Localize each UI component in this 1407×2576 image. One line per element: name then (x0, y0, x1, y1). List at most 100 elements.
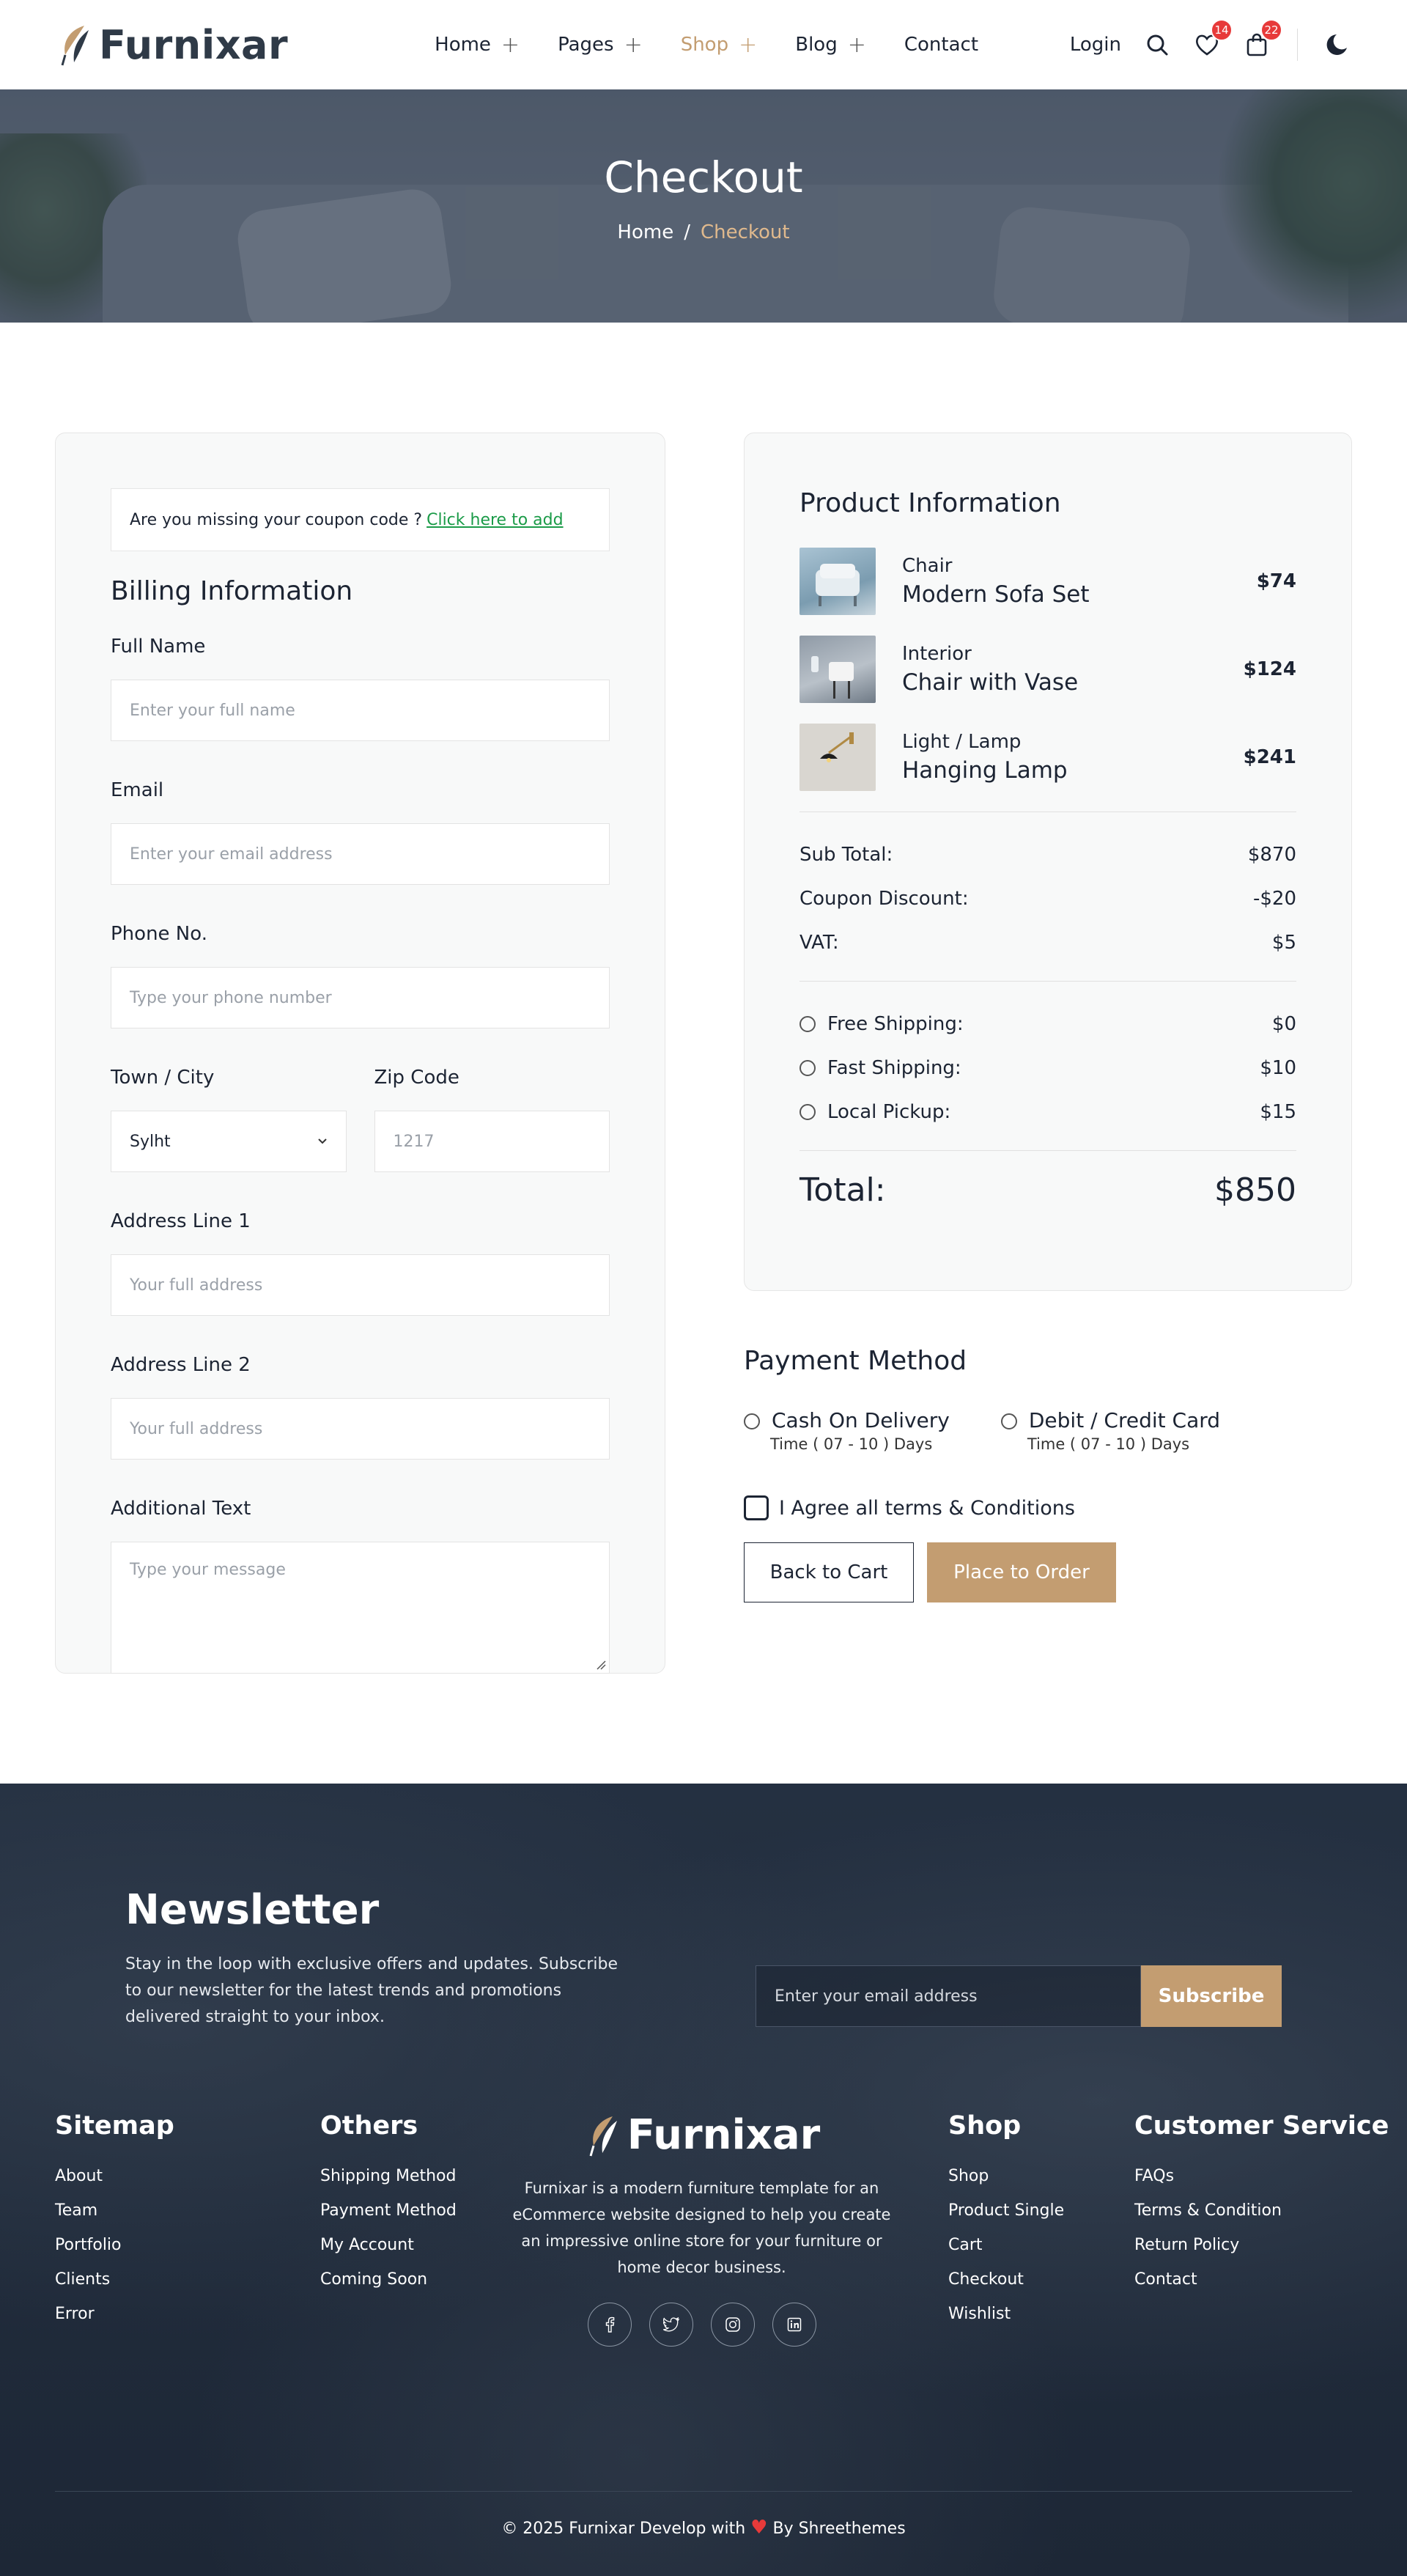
terms-checkbox[interactable] (744, 1495, 769, 1520)
newsletter-section: Newsletter Stay in the loop with exclusi… (0, 1784, 1407, 2031)
header-divider (1297, 29, 1298, 61)
product-category: Interior (902, 643, 972, 665)
address1-input[interactable]: Your full address (111, 1254, 610, 1316)
footer-link[interactable]: Contact (1134, 2270, 1389, 2289)
newsletter-email-input[interactable]: Enter your email address (756, 1965, 1141, 2027)
footer-col-sitemap: Sitemap About Team Portfolio Clients Err… (55, 2111, 174, 2339)
footer-link[interactable]: FAQs (1134, 2167, 1389, 2185)
instagram-icon[interactable] (710, 2303, 755, 2347)
payment-option-card[interactable]: Debit / Credit Card Time ( 07 - 10 ) Day… (1000, 1408, 1220, 1453)
footer-link[interactable]: Return Policy (1134, 2236, 1389, 2254)
nav-item-home[interactable]: Home + (435, 32, 520, 58)
payment-option-time: Time ( 07 - 10 ) Days (770, 1435, 933, 1453)
radio-button[interactable] (799, 1016, 816, 1032)
footer-col-title: Shop (948, 2111, 1022, 2141)
full-name-input[interactable]: Enter your full name (111, 680, 610, 741)
full-name-label: Full Name (111, 636, 206, 658)
wishlist-button[interactable]: 14 (1193, 19, 1233, 59)
add-coupon-link[interactable]: Click here to add (426, 511, 563, 529)
place-order-button[interactable]: Place to Order (927, 1542, 1116, 1602)
zip-input[interactable]: 1217 (374, 1111, 610, 1172)
footer-link[interactable]: Payment Method (320, 2201, 457, 2220)
terms-label: I Agree all terms & Conditions (779, 1496, 1075, 1520)
moon-icon (1326, 34, 1347, 55)
total-label: Total: (799, 1171, 886, 1209)
footer-link[interactable]: Product Single (948, 2201, 1064, 2220)
footer-brand-name: Furnixar (627, 2111, 821, 2159)
footer-link[interactable]: Error (55, 2305, 174, 2323)
radio-button[interactable] (799, 1060, 816, 1076)
brand-logo[interactable]: Furnixar (55, 22, 288, 68)
address2-label: Address Line 2 (111, 1354, 251, 1376)
product-name[interactable]: Chair with Vase (902, 669, 1244, 696)
footer-logo[interactable]: Furnixar (509, 2111, 894, 2159)
shipping-option-pickup[interactable]: Local Pickup: $15 (799, 1090, 1296, 1134)
twitter-icon[interactable] (649, 2303, 693, 2347)
payment-title: Payment Method (744, 1346, 967, 1376)
footer-col-others: Others Shipping Method Payment Method My… (320, 2111, 457, 2305)
search-icon[interactable] (1143, 31, 1171, 59)
phone-label: Phone No. (111, 923, 207, 945)
radio-button[interactable] (744, 1413, 760, 1429)
linkedin-icon[interactable] (772, 2303, 816, 2347)
checkout-actions: Back to Cart Place to Order (744, 1542, 1352, 1602)
footer-link[interactable]: Shipping Method (320, 2167, 457, 2185)
footer-link[interactable]: Clients (55, 2270, 174, 2289)
product-name[interactable]: Hanging Lamp (902, 757, 1244, 784)
radio-button[interactable] (1000, 1413, 1017, 1429)
nav-item-blog[interactable]: Blog + (795, 32, 866, 58)
copyright-author[interactable]: By Shreethemes (772, 2520, 905, 2538)
brand-name: Furnixar (99, 21, 289, 68)
facebook-icon[interactable] (587, 2303, 632, 2347)
nav-item-shop[interactable]: Shop + (681, 32, 758, 58)
footer-col-title: Customer Service (1134, 2111, 1389, 2141)
payment-option-time: Time ( 07 - 10 ) Days (1027, 1435, 1190, 1453)
plus-icon: + (501, 32, 520, 58)
radio-button[interactable] (799, 1104, 816, 1120)
email-input[interactable]: Enter your email address (111, 823, 610, 885)
shipping-value: $10 (1260, 1057, 1296, 1079)
coupon-notice: Are you missing your coupon code ? Click… (111, 488, 610, 551)
page-title: Checkout (604, 152, 803, 202)
leaf-logo-icon (589, 2116, 617, 2156)
shipping-option-fast[interactable]: Fast Shipping: $10 (799, 1046, 1296, 1090)
list-item[interactable]: Light / Lamp Hanging Lamp $241 (799, 724, 1296, 791)
nav-item-pages[interactable]: Pages + (558, 32, 643, 58)
city-select[interactable]: Sylht (111, 1111, 347, 1172)
back-to-cart-button[interactable]: Back to Cart (744, 1542, 914, 1602)
login-link[interactable]: Login (1070, 34, 1121, 56)
summary-divider (799, 981, 1296, 982)
cart-count-badge: 22 (1260, 19, 1282, 41)
product-name[interactable]: Modern Sofa Set (902, 581, 1257, 608)
resize-handle-icon[interactable] (596, 1660, 606, 1670)
subscribe-button[interactable]: Subscribe (1141, 1965, 1282, 2027)
footer-link[interactable]: Wishlist (948, 2305, 1064, 2323)
footer-link[interactable]: Checkout (948, 2270, 1064, 2289)
cart-button[interactable]: 22 (1243, 19, 1282, 59)
additional-textarea[interactable]: Type your message (111, 1542, 610, 1674)
address2-input[interactable]: Your full address (111, 1398, 610, 1460)
list-item[interactable]: Chair Modern Sofa Set $74 (799, 548, 1296, 615)
footer-link[interactable]: Terms & Condition (1134, 2201, 1389, 2220)
terms-agreement[interactable]: I Agree all terms & Conditions (744, 1495, 1352, 1520)
footer-link[interactable]: Shop (948, 2167, 1064, 2185)
site-footer: Newsletter Stay in the loop with exclusi… (0, 1784, 1407, 2576)
payment-option-cod[interactable]: Cash On Delivery Time ( 07 - 10 ) Days (744, 1408, 950, 1453)
list-item[interactable]: Interior Chair with Vase $124 (799, 636, 1296, 703)
footer-link[interactable]: Coming Soon (320, 2270, 457, 2289)
dark-mode-toggle[interactable] (1324, 31, 1352, 59)
shipping-option-free[interactable]: Free Shipping: $0 (799, 1002, 1296, 1046)
footer-link[interactable]: About (55, 2167, 174, 2185)
newsletter-form: Enter your email address Subscribe (756, 1965, 1282, 2031)
footer-link[interactable]: Portfolio (55, 2236, 174, 2254)
vat-row: VAT: $5 (799, 921, 1296, 965)
breadcrumb-home[interactable]: Home (617, 221, 673, 243)
phone-input[interactable]: Type your phone number (111, 967, 610, 1028)
nav-item-contact[interactable]: Contact (904, 32, 978, 58)
order-column: Product Information Chair Modern Sofa Se… (744, 433, 1352, 1674)
footer-link[interactable]: My Account (320, 2236, 457, 2254)
footer-link[interactable]: Cart (948, 2236, 1064, 2254)
footer-col-title: Others (320, 2111, 418, 2141)
footer-link[interactable]: Team (55, 2201, 174, 2220)
breadcrumb-separator: / (684, 221, 690, 243)
